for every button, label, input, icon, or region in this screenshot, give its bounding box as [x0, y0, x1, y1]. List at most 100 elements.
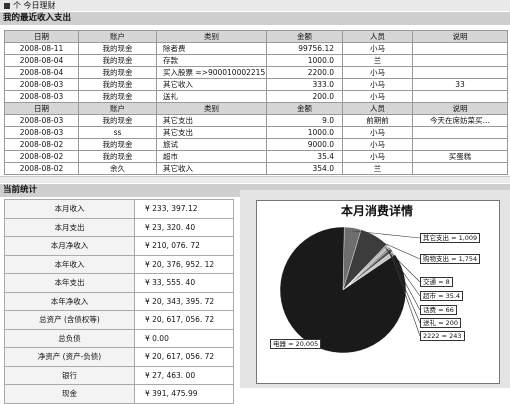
- column-header[interactable]: 说明: [412, 30, 508, 43]
- table-cell: [412, 42, 508, 55]
- pie-label: 电器 = 20,005: [270, 339, 322, 349]
- table-cell: 1000.0: [266, 126, 343, 139]
- stats-label: 本年净收入: [4, 291, 135, 311]
- table-row[interactable]: 2008-08-04 我的现金 买入股票 =>900010002215 2200.0 小…: [4, 66, 508, 79]
- chart-frame: [256, 200, 500, 384]
- table-cell: 买蛋糕: [412, 150, 508, 163]
- table-cell: 9.0: [266, 114, 343, 127]
- column-header[interactable]: 类别: [156, 30, 267, 43]
- table-cell: 我的现金: [78, 54, 157, 67]
- table-cell: [412, 66, 508, 79]
- stats-label: 现金: [4, 384, 135, 404]
- column-header[interactable]: 账户: [78, 30, 157, 43]
- table-cell: 余久: [78, 162, 157, 175]
- stats-label: 净资产 (资产-负债): [4, 347, 135, 367]
- table-cell: 2008-08-03: [4, 78, 79, 91]
- table-cell: 我的现金: [78, 66, 157, 79]
- table-row[interactable]: 2008-08-02 我的现金 旅试 9000.0 小马: [4, 138, 508, 151]
- stats-value: ¥ 27, 463. 00: [134, 365, 234, 385]
- pie-label: 2222 = 243: [420, 331, 465, 341]
- table-row[interactable]: 日期 账户 类别 金额 人员 说明: [4, 102, 508, 115]
- stats-value: ¥ 20, 376, 952. 12: [134, 254, 234, 274]
- table-row[interactable]: 2008-08-02 余久 其它收入 354.0 兰: [4, 162, 508, 175]
- pie-label: 话费 = 66: [420, 305, 457, 315]
- table-cell: [412, 54, 508, 67]
- stats-value: ¥ 0.00: [134, 328, 234, 348]
- table-cell: 2008-08-02: [4, 150, 79, 163]
- window-title: 个 今日理财: [13, 1, 56, 10]
- stats-value: ¥ 20, 617, 056. 72: [134, 347, 234, 367]
- stats-value: ¥ 33, 555. 40: [134, 273, 234, 293]
- table-cell: 我的现金: [78, 42, 157, 55]
- table-cell: 超市: [156, 150, 267, 163]
- pie-label: 购物支出 = 1,754: [420, 254, 481, 264]
- stats-value: ¥ 23, 320. 40: [134, 217, 234, 237]
- window-title-bar: 个 今日理财: [0, 0, 510, 11]
- horizontal-scrollbar[interactable]: [0, 176, 510, 183]
- stats-row: 本月支出 ¥ 23, 320. 40: [4, 217, 234, 237]
- table-row[interactable]: 2008-08-11 我的现金 除者费 99756.12 小马: [4, 42, 508, 55]
- table-cell: 2008-08-04: [4, 54, 79, 67]
- table-row[interactable]: 2008-08-02 我的现金 超市 35.4 小马 买蛋糕: [4, 150, 508, 163]
- pie-label: 其它支出 = 1,009: [420, 233, 481, 243]
- table-cell: 小马: [342, 42, 413, 55]
- stats-row: 总负债 ¥ 0.00: [4, 328, 234, 348]
- table-row[interactable]: 2008-08-03 ss 其它支出 1000.0 小马: [4, 126, 508, 139]
- table-cell: 前期前: [342, 114, 413, 127]
- table-cell: 1000.0: [266, 54, 343, 67]
- stats-label: 本月净收入: [4, 236, 135, 256]
- stats-label: 本年支出: [4, 273, 135, 293]
- stats-table: 本月收入 ¥ 233, 397.12 本月支出 ¥ 23, 320. 40 本月净收入 ¥…: [4, 199, 234, 404]
- table-row[interactable]: 2008-08-04 我的现金 存款 1000.0 兰: [4, 54, 508, 67]
- table-cell: 35.4: [266, 150, 343, 163]
- table-row[interactable]: 2008-08-03 我的现金 其它收入 333.0 小马 33: [4, 78, 508, 91]
- table-cell: 小马: [342, 66, 413, 79]
- stats-value: ¥ 391, 475.99: [134, 384, 234, 404]
- table-cell: 今天在席妨菜买…: [412, 114, 508, 127]
- stats-row: 本年净收入 ¥ 20, 343, 395. 72: [4, 291, 234, 311]
- table-cell: [412, 138, 508, 151]
- column-header[interactable]: 人员: [342, 30, 413, 43]
- table-row[interactable]: 2008-08-03 我的现金 其它支出 9.0 前期前 今天在席妨菜买…: [4, 114, 508, 127]
- stats-row: 总资产 (含债权等) ¥ 20, 617, 056. 72: [4, 310, 234, 330]
- table-cell: 除者费: [156, 42, 267, 55]
- stats-label: 银行: [4, 365, 135, 385]
- table-row[interactable]: 2008-08-03 我的现金 送礼 200.0 小马: [4, 90, 508, 103]
- stats-row: 银行 ¥ 27, 463. 00: [4, 365, 234, 385]
- pie-label: 超市 = 35.4: [420, 291, 464, 301]
- table-cell: 买入股票 =>900010002215: [156, 66, 267, 79]
- table-cell: 354.0: [266, 162, 343, 175]
- chart-title: 本月消费详情: [340, 204, 413, 218]
- table-cell: 2008-08-04: [4, 66, 79, 79]
- column-header[interactable]: 日期: [4, 30, 79, 43]
- table-cell: 其它支出: [156, 114, 267, 127]
- table-cell: 兰: [342, 54, 413, 67]
- stats-label: 总资产 (含债权等): [4, 310, 135, 330]
- table-cell: 33: [412, 78, 508, 91]
- stats-row: 本月收入 ¥ 233, 397.12: [4, 199, 234, 219]
- table-cell: 旅试: [156, 138, 267, 151]
- stats-label: 本年收入: [4, 254, 135, 274]
- table-cell: [412, 162, 508, 175]
- column-header: 账户: [78, 102, 157, 115]
- table-cell: 333.0: [266, 78, 343, 91]
- column-header: 金额: [266, 102, 343, 115]
- table-cell: 2200.0: [266, 66, 343, 79]
- transactions-table: 日期 账户 类别 金额 人员 说明 2008-08-11 我的现金 除者费 99756…: [4, 30, 508, 175]
- pie-label: 送礼 = 200: [420, 318, 461, 328]
- table-cell: 小马: [342, 150, 413, 163]
- stats-label: 总负债: [4, 328, 135, 348]
- stats-label: 本月支出: [4, 217, 135, 237]
- table-cell: 我的现金: [78, 114, 157, 127]
- table-cell: 其它收入: [156, 162, 267, 175]
- column-header[interactable]: 金额: [266, 30, 343, 43]
- table-cell: 其它支出: [156, 126, 267, 139]
- stats-row: 本年收入 ¥ 20, 376, 952. 12: [4, 254, 234, 274]
- pie-label: 交通 = 8: [420, 277, 453, 287]
- table-cell: 小马: [342, 138, 413, 151]
- stats-row: 现金 ¥ 391, 475.99: [4, 384, 234, 404]
- column-header: 说明: [412, 102, 508, 115]
- table-cell: 2008-08-03: [4, 114, 79, 127]
- table-cell: 小马: [342, 78, 413, 91]
- table-cell: 2008-08-02: [4, 138, 79, 151]
